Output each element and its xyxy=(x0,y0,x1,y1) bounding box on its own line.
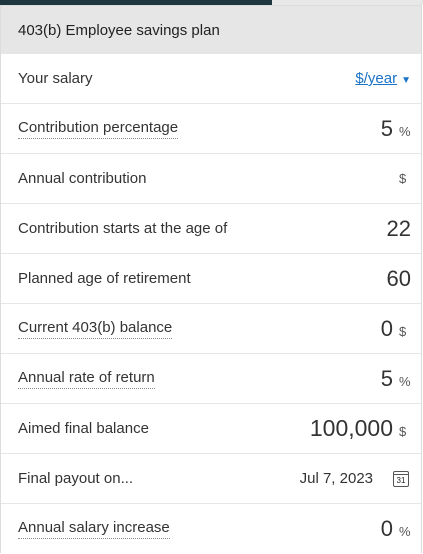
rate-of-return-label[interactable]: Annual rate of return xyxy=(18,369,155,389)
final-payout-field[interactable]: Jul 7, 2023 31 xyxy=(300,470,411,487)
retirement-age-label: Planned age of retirement xyxy=(18,270,191,287)
row-rate-of-return: Annual rate of return 5 % xyxy=(1,354,421,404)
calendar-icon-day: 31 xyxy=(396,475,406,485)
dollar-unit: $ xyxy=(399,171,407,186)
percent-unit: % xyxy=(399,524,411,539)
annual-contribution-label: Annual contribution xyxy=(18,170,147,187)
row-salary-increase: Annual salary increase 0 % xyxy=(1,504,421,554)
current-balance-field[interactable]: 0 $ xyxy=(381,316,411,342)
dollar-unit: $ xyxy=(399,323,407,339)
contribution-percentage-value[interactable]: 5 xyxy=(381,116,393,142)
calendar-icon[interactable]: 31 xyxy=(393,470,409,487)
salary-unit-dropdown[interactable]: $/year ▼ xyxy=(355,70,411,87)
percent-unit: % xyxy=(399,123,411,139)
salary-unit-prefix: $ xyxy=(355,70,364,87)
final-payout-date[interactable]: Jul 7, 2023 xyxy=(300,470,373,487)
salary-unit-text: /year xyxy=(363,70,398,87)
card-header: 403(b) Employee savings plan xyxy=(1,6,421,54)
row-start-age: Contribution starts at the age of 22 xyxy=(1,204,421,254)
start-age-label: Contribution starts at the age of xyxy=(18,220,228,237)
percent-unit: % xyxy=(399,373,411,389)
row-retirement-age: Planned age of retirement 60 xyxy=(1,254,421,304)
rate-of-return-value[interactable]: 5 xyxy=(381,366,393,392)
row-annual-contribution: Annual contribution $ xyxy=(1,154,421,204)
salary-increase-label[interactable]: Annual salary increase xyxy=(18,519,170,539)
card-title: 403(b) Employee savings plan xyxy=(18,21,220,39)
start-age-value[interactable]: 22 xyxy=(387,216,411,242)
salary-label: Your salary xyxy=(18,70,93,87)
annual-contribution-field: $ xyxy=(393,171,411,186)
retirement-age-field[interactable]: 60 xyxy=(387,266,411,292)
dollar-unit: $ xyxy=(399,424,407,439)
current-balance-value[interactable]: 0 xyxy=(381,316,393,342)
contribution-percentage-label[interactable]: Contribution percentage xyxy=(18,119,179,139)
current-balance-label[interactable]: Current 403(b) balance xyxy=(18,319,173,339)
start-age-field[interactable]: 22 xyxy=(387,216,411,242)
contribution-percentage-field[interactable]: 5 % xyxy=(381,116,411,142)
salary-increase-value[interactable]: 0 xyxy=(381,516,393,542)
aimed-balance-value[interactable]: 100,000 xyxy=(310,415,393,442)
salary-increase-field[interactable]: 0 % xyxy=(381,516,411,542)
aimed-balance-label: Aimed final balance xyxy=(18,420,149,437)
row-aimed-balance: Aimed final balance 100,000 $ xyxy=(1,404,421,454)
final-payout-label: Final payout on... xyxy=(18,470,134,487)
retirement-age-value[interactable]: 60 xyxy=(387,266,411,292)
chevron-down-icon: ▼ xyxy=(401,75,411,86)
row-salary: Your salary $/year ▼ xyxy=(1,54,421,104)
rate-of-return-field[interactable]: 5 % xyxy=(381,366,411,392)
row-current-balance: Current 403(b) balance 0 $ xyxy=(1,304,421,354)
row-contribution-percentage: Contribution percentage 5 % xyxy=(1,104,421,154)
calculator-card: 403(b) Employee savings plan Your salary… xyxy=(0,5,422,553)
aimed-balance-field[interactable]: 100,000 $ xyxy=(310,415,411,442)
row-final-payout: Final payout on... Jul 7, 2023 31 xyxy=(1,454,421,504)
